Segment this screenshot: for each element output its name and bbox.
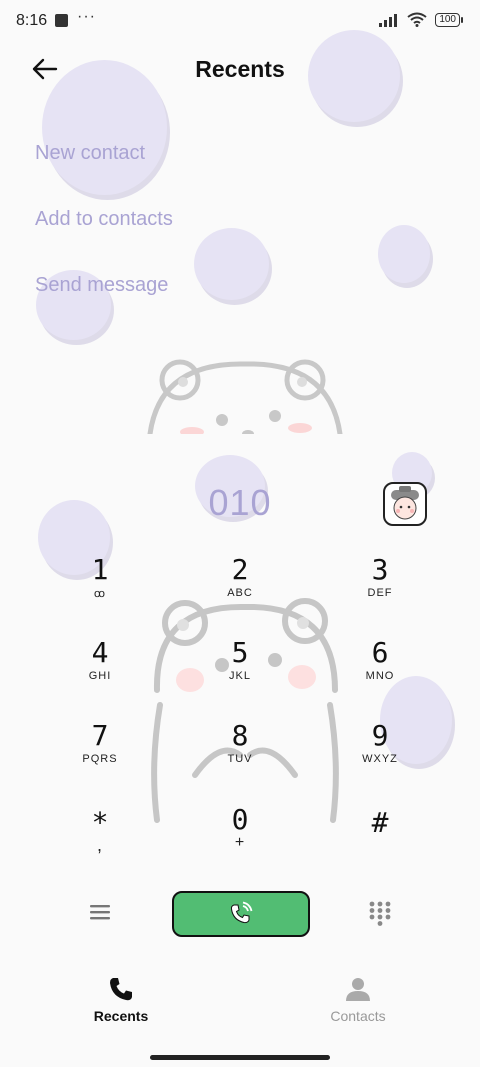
nav-recents-label: Recents [93, 1008, 149, 1024]
nav-recents[interactable]: Recents [61, 975, 181, 1024]
home-indicator[interactable] [150, 1055, 330, 1060]
person-icon [346, 978, 370, 1001]
more-notifications-icon: ··· [77, 8, 96, 25]
nav-contacts[interactable]: Contacts [298, 975, 418, 1024]
send-message-link[interactable]: Send message [35, 274, 168, 297]
page-title: Recents [195, 56, 285, 82]
key-hash[interactable]: # [330, 808, 430, 878]
avatar-icon [391, 486, 419, 520]
call-button[interactable] [172, 891, 310, 937]
status-bar: 8:16 ··· 100 [0, 0, 480, 44]
bg-blob [378, 225, 430, 283]
bear-illustration [151, 598, 339, 823]
key-7[interactable]: 7 PQRS [50, 721, 150, 791]
bg-blob [194, 228, 269, 300]
key-0[interactable]: 0 + [190, 805, 290, 875]
bear-illustration-top [140, 352, 350, 434]
key-4[interactable]: 4 GHI [50, 638, 150, 708]
menu-button[interactable] [88, 902, 112, 927]
hamburger-icon [90, 905, 110, 920]
status-time: 8:16 [16, 12, 48, 29]
phone-call-icon [226, 900, 254, 928]
key-9[interactable]: 9 WXYZ [330, 721, 430, 791]
signal-icon [379, 13, 398, 27]
notification-icon [55, 14, 68, 27]
key-6[interactable]: 6 MNO [330, 638, 430, 708]
phone-icon [110, 978, 132, 1001]
battery-icon: 100 [435, 12, 463, 27]
key-5[interactable]: 5 JKL [190, 638, 290, 708]
contact-avatar-button[interactable] [383, 482, 427, 526]
key-8[interactable]: 8 TUV [190, 721, 290, 791]
new-contact-link[interactable]: New contact [35, 142, 145, 165]
add-to-contacts-link[interactable]: Add to contacts [35, 208, 173, 231]
key-star[interactable]: *, [50, 808, 150, 878]
key-3[interactable]: 3 DEF [330, 555, 430, 625]
wifi-icon [407, 12, 427, 27]
status-icons: 100 [379, 12, 463, 27]
key-2[interactable]: 2 ABC [190, 555, 290, 625]
nav-contacts-label: Contacts [330, 1008, 386, 1024]
dialpad-icon [369, 901, 391, 926]
dialpad-toggle-button[interactable] [368, 900, 392, 931]
key-1[interactable]: 1ꝏ [50, 555, 150, 625]
